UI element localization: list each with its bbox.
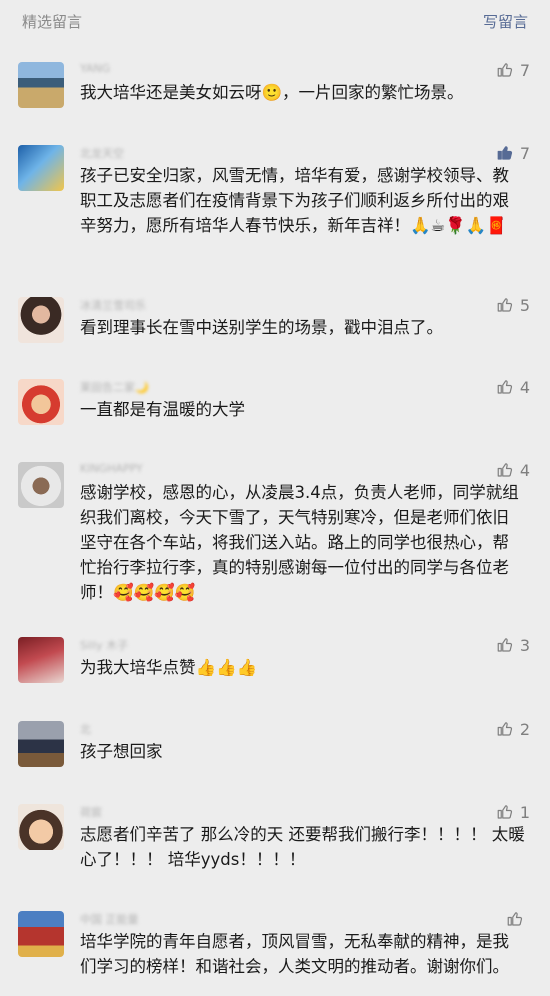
comment-nickname[interactable]: 荷宸: [80, 804, 102, 819]
comment-nickname[interactable]: 莱田告二家🌙: [80, 379, 149, 394]
avatar[interactable]: [18, 145, 64, 191]
comment-nickname[interactable]: 中国 正能量: [80, 911, 139, 926]
write-comment-button[interactable]: 写留言: [483, 11, 528, 32]
comment-nickname[interactable]: YANG: [80, 62, 110, 76]
avatar[interactable]: [18, 911, 64, 957]
like-count: 2: [519, 719, 530, 739]
avatar[interactable]: [18, 62, 64, 108]
like-button[interactable]: 4: [496, 377, 530, 397]
comment-text: 孩子想回家: [80, 742, 163, 761]
comment-text: 孩子已安全归家，风雪无情，培华有爱，感谢学校领导、教职工及志愿者们在疫情背景下为…: [80, 166, 509, 235]
thumbs-up-icon: [497, 146, 512, 160]
like-button[interactable]: [506, 909, 530, 929]
like-button[interactable]: 4: [496, 460, 530, 480]
featured-comments-title: 精选留言: [22, 13, 83, 31]
comment-text: 为我大培华点赞👍👍👍: [80, 658, 258, 677]
comments-header: 精选留言 写留言: [0, 0, 550, 40]
comment-nickname[interactable]: 北: [80, 721, 91, 736]
comment-text: 志愿者们辛苦了 那么冷的天 还要帮我们搬行李！！！！ 太暖心了！！！ 培华yyd…: [80, 825, 525, 869]
comment-nickname[interactable]: 冰清兰雪司乐: [80, 297, 146, 312]
thumbs-up-icon: [497, 63, 512, 77]
like-count: 1: [519, 802, 530, 822]
avatar[interactable]: [18, 379, 64, 425]
comment-text: 培华学院的青年自愿者，顶风冒雪，无私奉献的精神，是我们学习的榜样！和谐社会，人类…: [80, 932, 509, 976]
avatar[interactable]: [18, 804, 64, 850]
avatar[interactable]: [18, 721, 64, 767]
thumbs-up-icon: [497, 463, 512, 477]
thumbs-up-icon: [497, 638, 512, 652]
like-count: 4: [519, 377, 530, 397]
like-count: 4: [519, 460, 530, 480]
thumbs-up-icon: [497, 722, 512, 736]
avatar[interactable]: [18, 637, 64, 683]
like-count: 7: [519, 60, 530, 80]
comment-text: 看到理事长在雪中送别学生的场景，戳中泪点了。: [80, 318, 443, 337]
like-count: 3: [519, 635, 530, 655]
like-button[interactable]: 2: [496, 719, 530, 739]
like-count: 7: [519, 143, 530, 163]
comment-text: 一直都是有温暖的大学: [80, 400, 245, 419]
like-button[interactable]: 5: [496, 295, 530, 315]
thumbs-up-icon: [497, 298, 512, 312]
like-button[interactable]: 7: [496, 143, 530, 163]
avatar[interactable]: [18, 462, 64, 508]
comment-text: 我大培华还是美女如云呀🙂，一片回家的繁忙场景。: [80, 83, 464, 102]
thumbs-up-icon: [497, 805, 512, 819]
comment-nickname[interactable]: Silly 木子: [80, 637, 128, 652]
like-button[interactable]: 1: [496, 802, 530, 822]
like-button[interactable]: 3: [496, 635, 530, 655]
thumbs-up-icon: [507, 912, 523, 926]
comment-nickname[interactable]: KINGHAPPY: [80, 462, 143, 476]
avatar[interactable]: [18, 297, 64, 343]
like-button[interactable]: 7: [496, 60, 530, 80]
thumbs-up-icon: [497, 380, 512, 394]
like-count: 5: [519, 295, 530, 315]
comment-nickname[interactable]: 北龙天空: [80, 145, 124, 160]
comment-text: 感谢学校，感恩的心，从凌晨3.4点，负责人老师，同学就组织我们离校，今天下雪了，…: [80, 483, 519, 602]
